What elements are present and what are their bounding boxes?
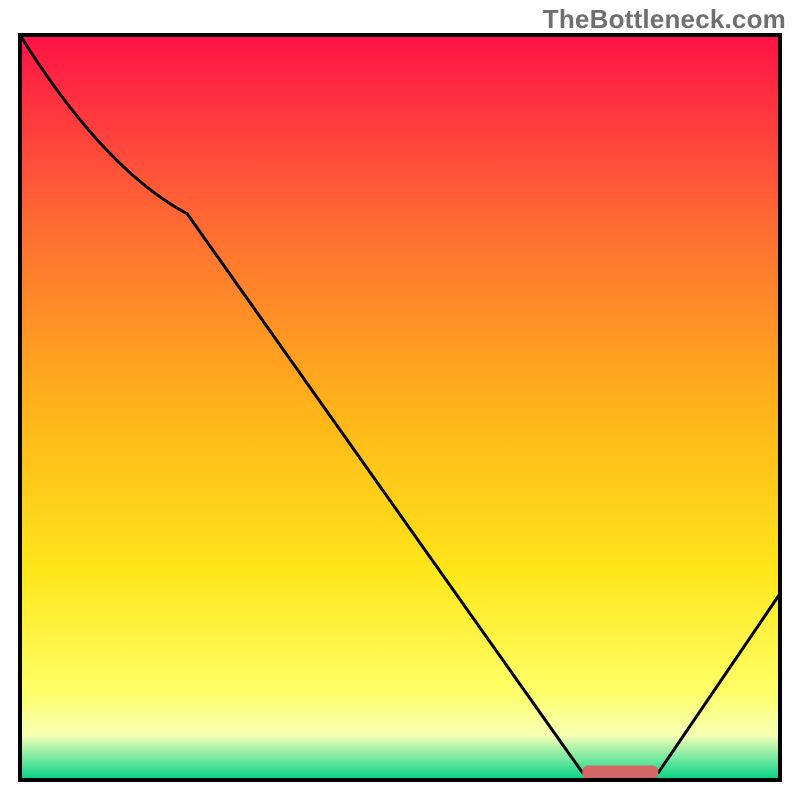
optimum-marker <box>582 766 658 780</box>
watermark-label: TheBottleneck.com <box>543 4 786 35</box>
plot-area <box>20 35 780 780</box>
bottleneck-chart <box>0 0 800 800</box>
chart-stage: TheBottleneck.com <box>0 0 800 800</box>
